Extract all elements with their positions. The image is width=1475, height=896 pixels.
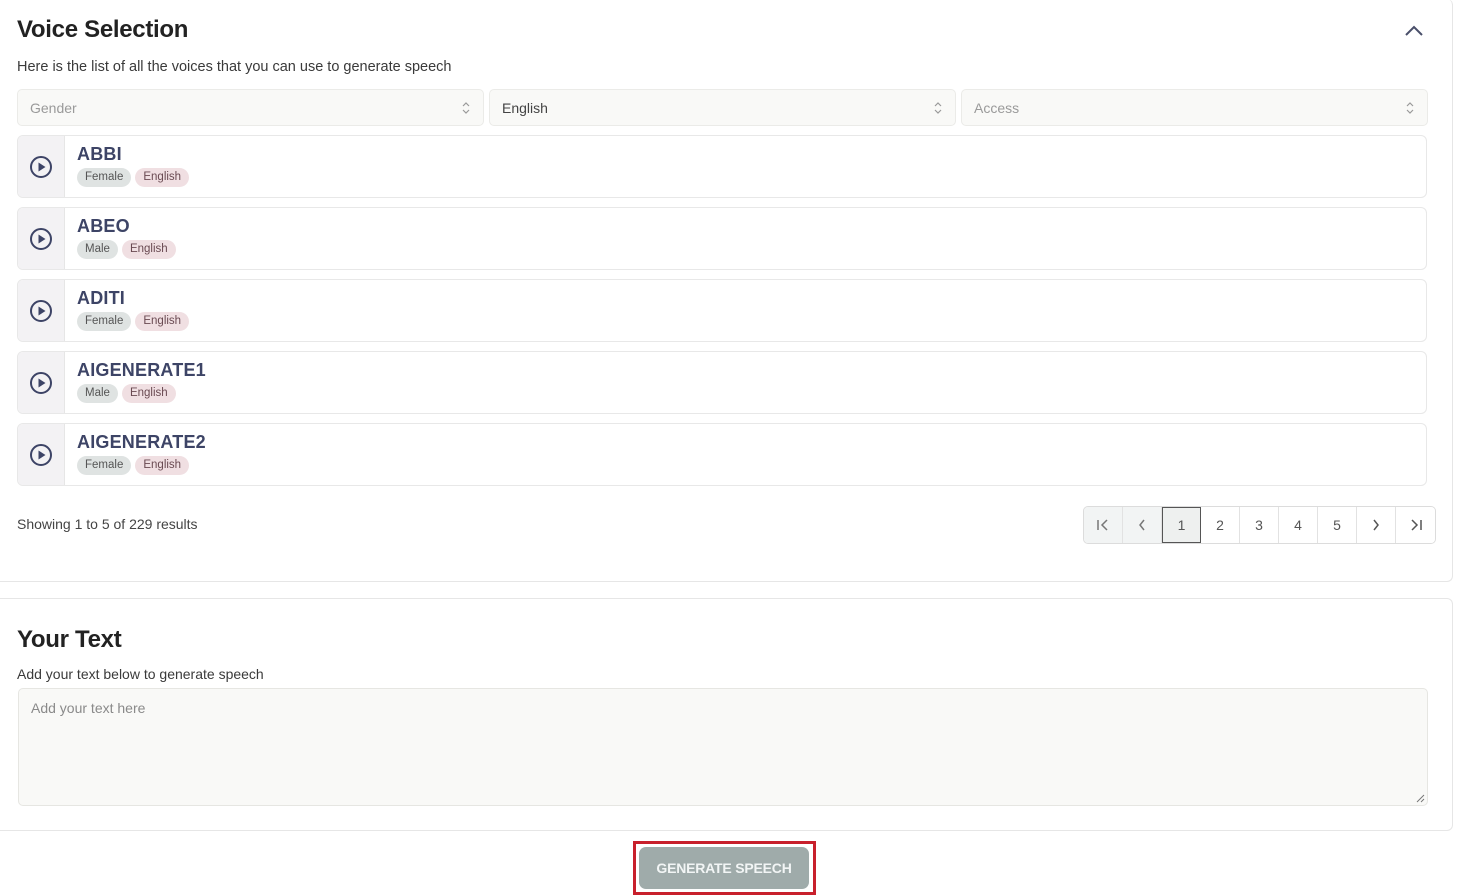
play-circle-icon bbox=[30, 443, 52, 466]
sort-updown-icon bbox=[1405, 100, 1415, 116]
filter-bar: Gender English Access bbox=[17, 89, 1428, 126]
gender-badge: Female bbox=[77, 312, 132, 331]
voice-selection-subtitle: Here is the list of all the voices that … bbox=[17, 59, 452, 75]
gender-badge: Female bbox=[77, 456, 132, 475]
voice-list: ABBI Female English ABEO Male English AD… bbox=[17, 135, 1427, 495]
gender-badge: Female bbox=[77, 168, 132, 187]
text-input[interactable] bbox=[19, 689, 1427, 805]
voice-row[interactable]: AIGENERATE2 Female English bbox=[17, 423, 1427, 486]
play-button[interactable] bbox=[18, 352, 65, 413]
language-badge: English bbox=[121, 384, 176, 403]
chevron-right-icon bbox=[1373, 519, 1379, 531]
language-badge: English bbox=[135, 168, 190, 187]
gender-select-placeholder: Gender bbox=[30, 99, 77, 116]
play-circle-icon bbox=[30, 299, 52, 322]
generate-speech-button[interactable]: GENERATE SPEECH bbox=[639, 847, 809, 889]
voice-name: ABBI bbox=[77, 144, 122, 164]
language-badge: English bbox=[135, 312, 190, 331]
chevron-left-icon bbox=[1139, 519, 1145, 531]
page-button-2[interactable]: 2 bbox=[1201, 507, 1240, 543]
voice-name: ABEO bbox=[77, 216, 130, 236]
voice-name: AIGENERATE2 bbox=[77, 432, 206, 452]
page-button-4[interactable]: 4 bbox=[1279, 507, 1318, 543]
language-select-value: English bbox=[502, 99, 548, 116]
play-button[interactable] bbox=[18, 280, 65, 341]
next-page-button[interactable] bbox=[1357, 507, 1396, 543]
voice-row[interactable]: ADITI Female English bbox=[17, 279, 1427, 342]
access-select-placeholder: Access bbox=[974, 99, 1020, 116]
voice-selection-panel: Voice Selection Here is the list of all … bbox=[0, 0, 1453, 582]
resize-handle-icon[interactable] bbox=[1415, 793, 1425, 803]
gender-badge: Male bbox=[77, 384, 118, 403]
page-button-5[interactable]: 5 bbox=[1318, 507, 1357, 543]
pagination: 1 2 3 4 5 bbox=[1083, 506, 1436, 544]
page-button-3[interactable]: 3 bbox=[1240, 507, 1279, 543]
voice-name: ADITI bbox=[77, 288, 125, 308]
chevron-first-icon bbox=[1097, 519, 1108, 531]
last-page-button[interactable] bbox=[1396, 507, 1435, 543]
play-circle-icon bbox=[30, 371, 52, 394]
chevron-last-icon bbox=[1410, 519, 1422, 531]
language-select[interactable]: English bbox=[489, 89, 956, 126]
voice-row[interactable]: ABBI Female English bbox=[17, 135, 1427, 198]
access-select[interactable]: Access bbox=[961, 89, 1428, 126]
voice-row[interactable]: ABEO Male English bbox=[17, 207, 1427, 270]
chevron-up-icon bbox=[1405, 25, 1423, 36]
sort-updown-icon bbox=[461, 100, 471, 116]
collapse-button[interactable] bbox=[1401, 19, 1427, 41]
language-badge: English bbox=[121, 240, 176, 259]
sort-updown-icon bbox=[933, 100, 943, 116]
play-circle-icon bbox=[30, 227, 52, 250]
gender-select[interactable]: Gender bbox=[17, 89, 484, 126]
play-button[interactable] bbox=[18, 136, 65, 197]
language-badge: English bbox=[135, 456, 190, 475]
voice-row[interactable]: AIGENERATE1 Male English bbox=[17, 351, 1427, 414]
gender-badge: Male bbox=[77, 240, 118, 259]
results-count: Showing 1 to 5 of 229 results bbox=[17, 516, 198, 532]
text-input-wrapper bbox=[18, 688, 1428, 806]
prev-page-button[interactable] bbox=[1123, 507, 1162, 543]
voice-name: AIGENERATE1 bbox=[77, 360, 206, 380]
play-circle-icon bbox=[30, 155, 52, 178]
your-text-subtitle: Add your text below to generate speech bbox=[17, 666, 264, 682]
voice-selection-title: Voice Selection bbox=[17, 16, 189, 43]
first-page-button[interactable] bbox=[1084, 507, 1123, 543]
page-button-1[interactable]: 1 bbox=[1162, 507, 1201, 543]
play-button[interactable] bbox=[18, 208, 65, 269]
your-text-title: Your Text bbox=[17, 626, 122, 653]
play-button[interactable] bbox=[18, 424, 65, 485]
